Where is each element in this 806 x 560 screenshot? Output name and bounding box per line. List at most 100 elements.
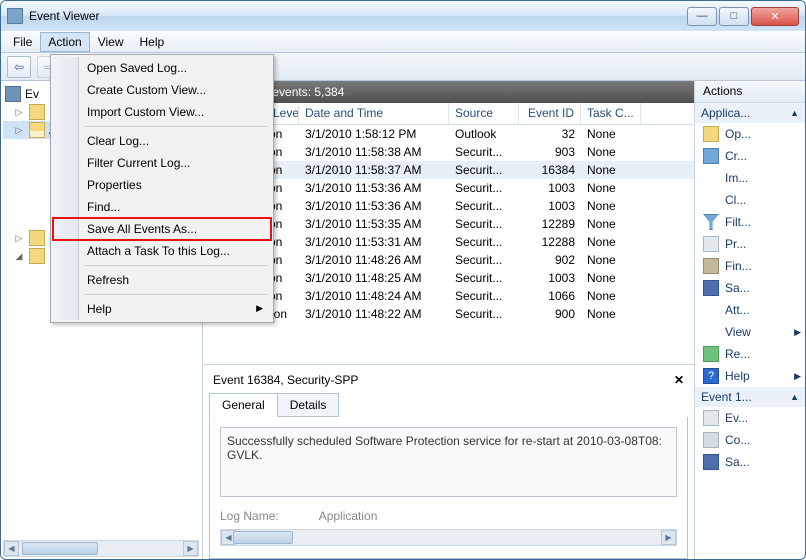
collapse-icon[interactable]: ◢	[13, 251, 25, 262]
action-copy[interactable]: Co...	[695, 429, 805, 451]
cell-taskcat: None	[581, 181, 641, 195]
maximize-button[interactable]: □	[719, 7, 749, 26]
cell-eventid: 1003	[519, 271, 581, 285]
table-row[interactable]: tion3/1/2010 11:53:36 AMSecurit...1003No…	[203, 197, 694, 215]
menu-open-saved-log[interactable]: Open Saved Log...	[53, 57, 271, 79]
menu-properties[interactable]: Properties	[53, 174, 271, 196]
detail-close-icon[interactable]: ✕	[674, 373, 684, 387]
scroll-thumb[interactable]	[22, 542, 98, 555]
menu-view[interactable]: View	[90, 32, 132, 52]
table-row[interactable]: tion3/1/2010 11:48:24 AMSecurit...1066No…	[203, 287, 694, 305]
col-datetime[interactable]: Date and Time	[299, 103, 449, 124]
binoculars-icon	[703, 258, 719, 274]
table-row[interactable]: iInformation3/1/2010 11:48:22 AMSecurit.…	[203, 305, 694, 323]
menu-import-custom-view[interactable]: Import Custom View...	[53, 101, 271, 123]
table-row[interactable]: tion3/1/2010 11:48:26 AMSecurit...902Non…	[203, 251, 694, 269]
chevron-right-icon: ▶	[794, 371, 801, 382]
menu-help-sub[interactable]: Help▶	[53, 298, 271, 320]
actions-section-event[interactable]: Event 1... ▲	[695, 387, 805, 407]
tab-details[interactable]: Details	[277, 393, 340, 417]
table-row[interactable]: tion3/1/2010 11:53:31 AMSecurit...12288N…	[203, 233, 694, 251]
tab-general[interactable]: General	[209, 393, 278, 417]
action-clear-log[interactable]: Cl...	[695, 189, 805, 211]
chevron-right-icon: ▶	[794, 327, 801, 338]
scroll-right-icon[interactable]: ▶	[183, 541, 198, 556]
filter-icon	[703, 214, 719, 230]
menu-action[interactable]: Action	[40, 32, 89, 52]
expand-icon[interactable]: ▷	[13, 107, 25, 118]
action-save-selected[interactable]: Sa...	[695, 451, 805, 473]
cell-eventid: 12288	[519, 235, 581, 249]
back-button[interactable]: ⇦	[7, 56, 31, 78]
action-create-view[interactable]: Cr...	[695, 145, 805, 167]
menu-refresh[interactable]: Refresh	[53, 269, 271, 291]
expand-icon[interactable]: ▷	[13, 233, 25, 244]
table-row[interactable]: tion3/1/2010 11:58:38 AMSecurit...903Non…	[203, 143, 694, 161]
cell-datetime: 3/1/2010 11:53:31 AM	[299, 235, 449, 249]
event-message: Successfully scheduled Software Protecti…	[220, 427, 677, 497]
action-save-events[interactable]: Sa...	[695, 277, 805, 299]
close-button[interactable]: ✕	[751, 7, 799, 26]
cell-source: Securit...	[449, 271, 519, 285]
action-find[interactable]: Fin...	[695, 255, 805, 277]
minimize-button[interactable]: —	[687, 7, 717, 26]
expand-icon[interactable]: ▷	[13, 125, 25, 136]
action-filter-log[interactable]: Filt...	[695, 211, 805, 233]
col-source[interactable]: Source	[449, 103, 519, 124]
events-grid[interactable]: Level Date and Time Source Event ID Task…	[203, 103, 694, 364]
table-row[interactable]: tion3/1/2010 11:53:35 AMSecurit...12289N…	[203, 215, 694, 233]
tree-hscroll[interactable]: ◀ ▶	[3, 540, 199, 557]
app-window: Event Viewer — □ ✕ File Action View Help…	[0, 0, 806, 560]
properties-icon	[703, 236, 719, 252]
event-viewer-icon	[5, 86, 21, 102]
action-properties[interactable]: Pr...	[695, 233, 805, 255]
menu-attach-task[interactable]: Attach a Task To this Log...	[53, 240, 271, 262]
table-row[interactable]: tion3/1/2010 11:58:37 AMSecurit...16384N…	[203, 161, 694, 179]
action-open-saved[interactable]: Op...	[695, 123, 805, 145]
table-row[interactable]: tion3/1/2010 11:53:36 AMSecurit...1003No…	[203, 179, 694, 197]
action-event-props[interactable]: Ev...	[695, 407, 805, 429]
cell-source: Securit...	[449, 235, 519, 249]
col-eventid[interactable]: Event ID	[519, 103, 581, 124]
scroll-thumb[interactable]	[233, 531, 293, 544]
menu-save-all-events-as[interactable]: Save All Events As...	[53, 218, 271, 240]
col-taskcat[interactable]: Task C...	[581, 103, 641, 124]
window-title: Event Viewer	[29, 9, 687, 23]
refresh-icon	[703, 346, 719, 362]
cell-source: Securit...	[449, 217, 519, 231]
folder-icon	[29, 104, 45, 120]
cell-eventid: 1003	[519, 181, 581, 195]
collapse-icon[interactable]: ▲	[790, 108, 799, 118]
actions-section-app[interactable]: Applica... ▲	[695, 103, 805, 123]
table-row[interactable]: tion3/1/2010 1:58:12 PMOutlook32None	[203, 125, 694, 143]
menu-clear-log[interactable]: Clear Log...	[53, 130, 271, 152]
menu-file[interactable]: File	[5, 32, 40, 52]
action-view[interactable]: View▶	[695, 321, 805, 343]
action-refresh[interactable]: Re...	[695, 343, 805, 365]
menubar: File Action View Help	[1, 31, 805, 53]
menu-create-custom-view[interactable]: Create Custom View...	[53, 79, 271, 101]
cell-eventid: 900	[519, 307, 581, 321]
scroll-left-icon[interactable]: ◀	[4, 541, 19, 556]
logname-label: Log Name:	[220, 509, 279, 523]
cell-source: Securit...	[449, 307, 519, 321]
cell-source: Securit...	[449, 163, 519, 177]
event-detail-pane: Event 16384, Security-SPP ✕ General Deta…	[203, 364, 694, 559]
blank-icon	[703, 324, 719, 340]
table-row[interactable]: tion3/1/2010 11:48:25 AMSecurit...1003No…	[203, 269, 694, 287]
scroll-right-icon[interactable]: ▶	[661, 530, 676, 545]
cell-taskcat: None	[581, 253, 641, 267]
action-help[interactable]: ?Help▶	[695, 365, 805, 387]
folder-icon	[29, 248, 45, 264]
action-import-view[interactable]: Im...	[695, 167, 805, 189]
cell-taskcat: None	[581, 217, 641, 231]
titlebar[interactable]: Event Viewer — □ ✕	[1, 1, 805, 31]
copy-icon	[703, 432, 719, 448]
action-attach-task[interactable]: Att...	[695, 299, 805, 321]
menu-filter-current-log[interactable]: Filter Current Log...	[53, 152, 271, 174]
menu-help[interactable]: Help	[132, 32, 173, 52]
cell-source: Securit...	[449, 253, 519, 267]
menu-find[interactable]: Find...	[53, 196, 271, 218]
detail-hscroll[interactable]: ◀ ▶	[220, 529, 677, 546]
collapse-icon[interactable]: ▲	[790, 392, 799, 402]
